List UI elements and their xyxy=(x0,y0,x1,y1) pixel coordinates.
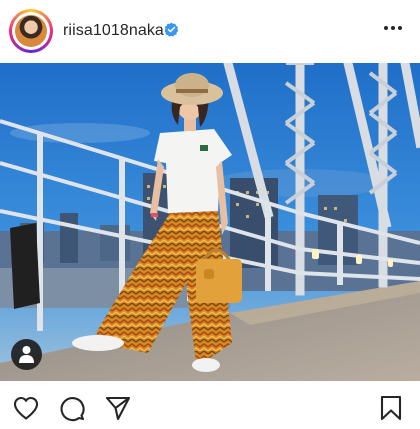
more-options-icon[interactable] xyxy=(383,24,403,32)
bookmark-icon[interactable] xyxy=(377,394,405,422)
post-photo-scene xyxy=(0,63,420,381)
action-bar xyxy=(0,382,420,429)
post-photo[interactable] xyxy=(0,63,420,381)
comment-icon[interactable] xyxy=(58,394,86,422)
user-tag-button[interactable] xyxy=(11,339,42,370)
share-icon[interactable] xyxy=(104,394,132,422)
username[interactable]: riisa1018naka xyxy=(63,22,164,40)
heart-icon[interactable] xyxy=(12,394,40,422)
avatar-photo xyxy=(15,15,47,47)
verified-badge-icon xyxy=(164,22,179,37)
avatar[interactable] xyxy=(9,9,53,53)
post-header: riisa1018naka xyxy=(0,0,420,62)
user-tag-icon xyxy=(19,346,34,363)
